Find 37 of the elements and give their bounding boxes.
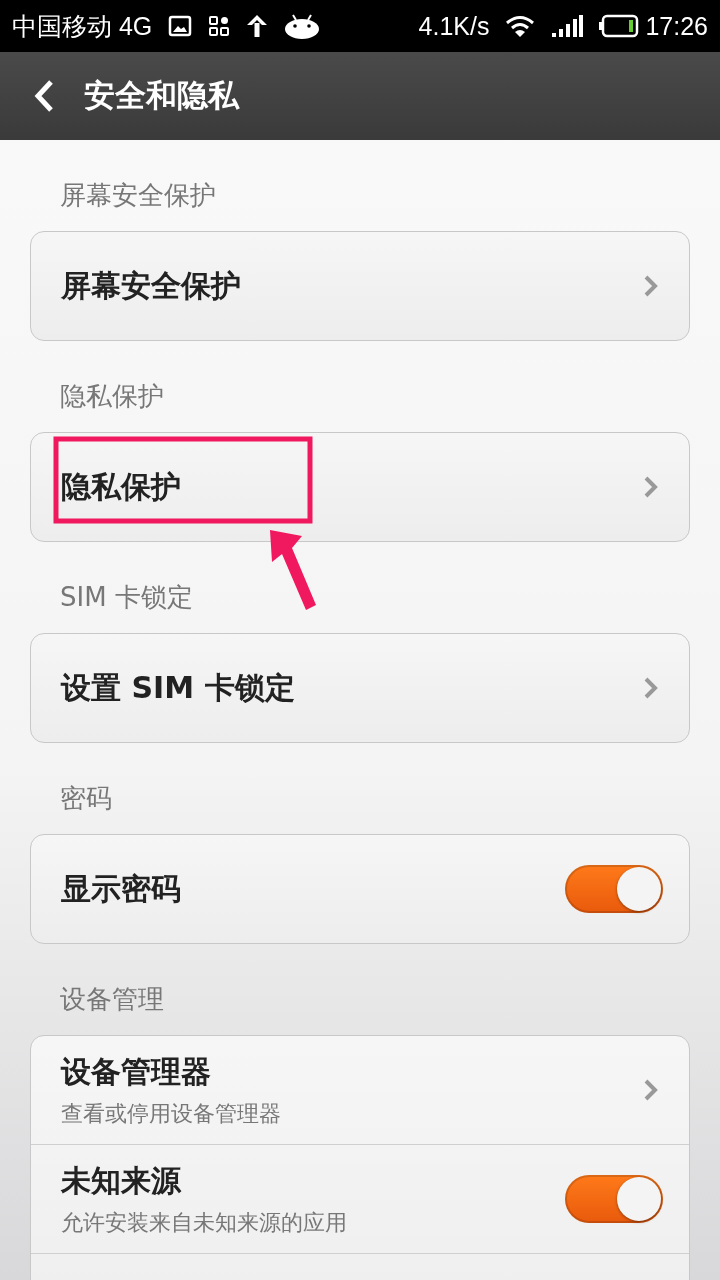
section-label: 屏幕安全保护 <box>60 179 216 212</box>
row-title: 设备管理器 <box>61 1052 212 1091</box>
wifi-icon <box>505 14 536 38</box>
carrier-text: 中国移动 4G <box>12 10 153 42</box>
back-icon[interactable] <box>32 79 56 113</box>
settings-row[interactable]: 显示密码 <box>31 835 689 943</box>
section-label: 密码 <box>60 782 112 815</box>
page-title: 安全和隐私 <box>84 76 239 115</box>
toggle-switch[interactable] <box>565 1175 663 1223</box>
row-title: 设置 SIM 卡锁定 <box>61 668 295 707</box>
upload-arrow-icon <box>246 13 269 39</box>
android-icon <box>284 13 321 39</box>
settings-row[interactable]: 隐私保护 <box>31 433 689 541</box>
toggle-switch[interactable] <box>565 865 663 913</box>
row-title: 隐私保护 <box>61 467 181 506</box>
apps-icon <box>208 15 231 37</box>
chevron-icon <box>643 274 659 298</box>
signal-icon <box>551 14 584 38</box>
row-title: 屏幕安全保护 <box>61 266 241 305</box>
section-label: SIM 卡锁定 <box>60 581 193 614</box>
battery-icon <box>599 14 640 38</box>
chevron-icon <box>643 676 659 700</box>
section-label: 隐私保护 <box>60 380 164 413</box>
settings-row[interactable]: 设备管理器 查看或停用设备管理器 <box>31 1036 689 1144</box>
settings-row[interactable]: 未知来源 允许安装来自未知来源的应用 <box>31 1144 689 1253</box>
chevron-icon <box>643 475 659 499</box>
settings-row[interactable]: 屏幕安全保护 <box>31 232 689 340</box>
network-speed-text: 4.1K/s <box>418 11 490 41</box>
section-label: 设备管理 <box>60 983 164 1016</box>
row-subtitle: 允许安装来自未知来源的应用 <box>61 1208 347 1237</box>
row-subtitle: 查看或停用设备管理器 <box>61 1099 281 1128</box>
image-icon <box>168 15 193 37</box>
settings-row[interactable]: 设置 SIM 卡锁定 <box>31 634 689 742</box>
row-title: 未知来源 <box>61 1161 182 1200</box>
row-title: 显示密码 <box>61 869 181 908</box>
chevron-icon <box>643 1078 659 1102</box>
clock-text: 17:26 <box>645 11 708 41</box>
